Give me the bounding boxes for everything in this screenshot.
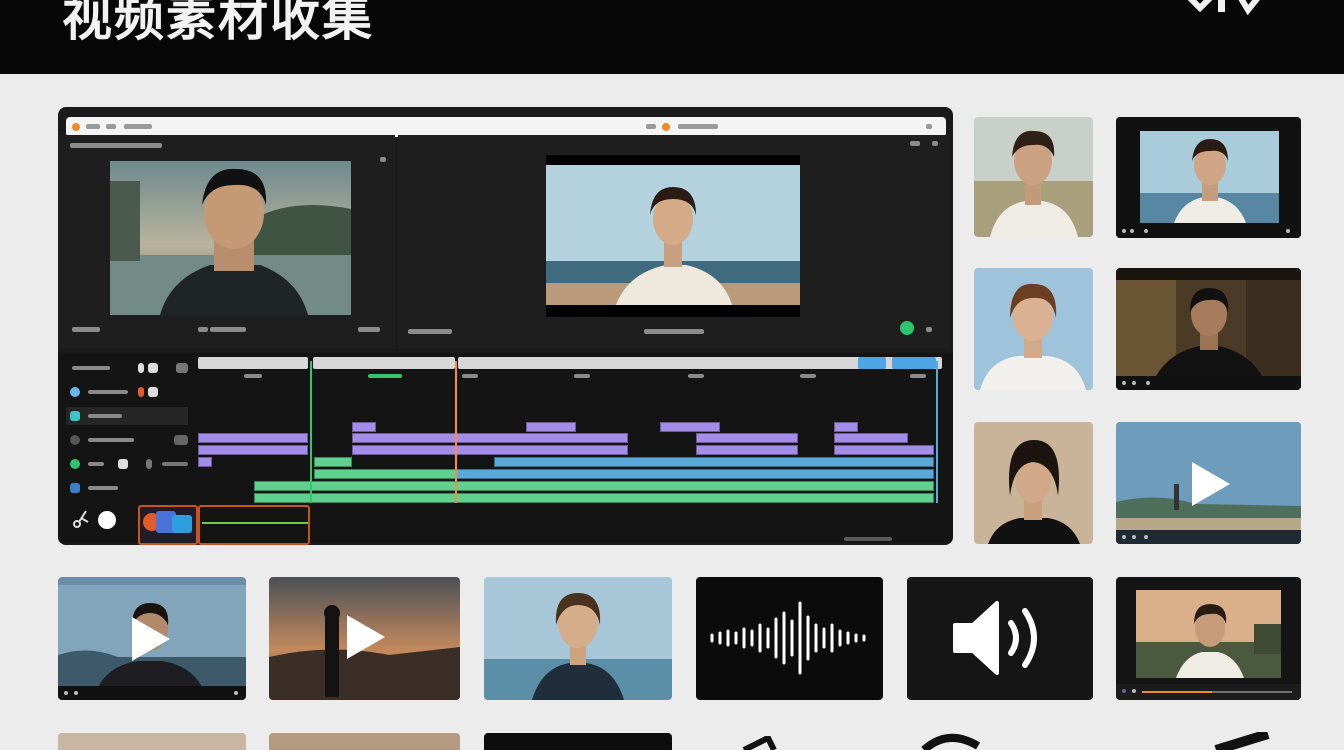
audio-waveform-tile[interactable] <box>696 577 883 700</box>
timeline-clip[interactable] <box>526 422 576 432</box>
portrait-thumbnail[interactable] <box>484 577 672 700</box>
play-icon[interactable] <box>1192 462 1230 506</box>
scissors-icon[interactable] <box>72 509 90 529</box>
video-player-thumbnail[interactable] <box>1116 268 1301 390</box>
source-preview-frame[interactable] <box>110 161 351 315</box>
timeline-clip[interactable] <box>834 422 858 432</box>
track-header[interactable] <box>66 455 188 473</box>
track-header[interactable] <box>66 383 188 401</box>
clip-marker[interactable] <box>858 357 886 369</box>
timeline-clip[interactable] <box>352 445 628 455</box>
video-player-thumbnail[interactable] <box>1116 117 1301 238</box>
audio-tile[interactable] <box>484 733 672 750</box>
waveform-icon <box>710 601 866 675</box>
timeline-clip[interactable] <box>456 469 934 479</box>
portrait-thumbnail[interactable] <box>974 422 1093 544</box>
timeline-clip[interactable] <box>254 493 934 503</box>
track-header[interactable] <box>66 407 188 425</box>
partial-icon <box>742 736 777 750</box>
timeline-clip[interactable] <box>660 422 720 432</box>
video-player-thumbnail[interactable] <box>1116 422 1301 544</box>
clip-header[interactable] <box>313 357 455 369</box>
portrait-thumbnail[interactable] <box>974 117 1093 237</box>
brand-logo-icon <box>1187 0 1260 16</box>
video-player-thumbnail[interactable] <box>1116 577 1301 700</box>
play-icon[interactable] <box>132 617 170 661</box>
in-point-marker[interactable] <box>310 361 312 503</box>
video-thumbnail[interactable] <box>269 733 460 750</box>
timeline-clip[interactable] <box>198 457 212 467</box>
partial-icon <box>1214 732 1270 750</box>
timeline-clip[interactable] <box>696 433 798 443</box>
track-header[interactable] <box>66 359 188 377</box>
timeline-clip[interactable] <box>696 445 798 455</box>
timeline-clip[interactable] <box>198 445 308 455</box>
editor-title-bar <box>66 117 946 137</box>
timeline-clip[interactable] <box>494 457 934 467</box>
render-status-icon[interactable] <box>900 321 914 335</box>
gear-icon[interactable] <box>98 511 116 529</box>
audio-tile[interactable] <box>907 577 1093 700</box>
timeline <box>58 353 953 545</box>
video-thumbnail[interactable] <box>58 733 246 750</box>
effect-thumbnail[interactable] <box>138 505 198 545</box>
video-player-thumbnail[interactable] <box>58 577 246 700</box>
program-panel <box>398 135 950 349</box>
portrait-thumbnail[interactable] <box>974 268 1093 390</box>
timeline-clip[interactable] <box>834 445 934 455</box>
playhead[interactable] <box>455 361 457 503</box>
banner-title: 视频素材收集 <box>62 0 374 47</box>
video-editor-window <box>58 107 953 545</box>
track-header[interactable] <box>66 479 188 497</box>
timeline-clip[interactable] <box>352 422 376 432</box>
source-panel <box>58 135 395 349</box>
video-thumbnail[interactable] <box>269 577 460 700</box>
timeline-clip[interactable] <box>352 433 628 443</box>
timeline-clip[interactable] <box>198 433 308 443</box>
partial-icon <box>921 734 981 750</box>
selected-clip-range[interactable] <box>198 505 310 545</box>
window-dot-icon[interactable] <box>72 123 80 131</box>
title-banner: 视频素材收集 <box>0 0 1344 74</box>
play-icon[interactable] <box>347 615 385 659</box>
clip-header[interactable] <box>198 357 308 369</box>
program-preview-frame[interactable] <box>546 165 800 305</box>
timeline-clip[interactable] <box>314 457 352 467</box>
speaker-icon <box>953 601 1037 675</box>
out-point-marker[interactable] <box>936 361 938 503</box>
timeline-clip[interactable] <box>254 481 934 491</box>
track-header[interactable] <box>66 431 188 449</box>
timeline-clip[interactable] <box>314 469 456 479</box>
record-dot-icon[interactable] <box>662 123 670 131</box>
clip-marker[interactable] <box>892 357 936 369</box>
timeline-clip[interactable] <box>834 433 908 443</box>
